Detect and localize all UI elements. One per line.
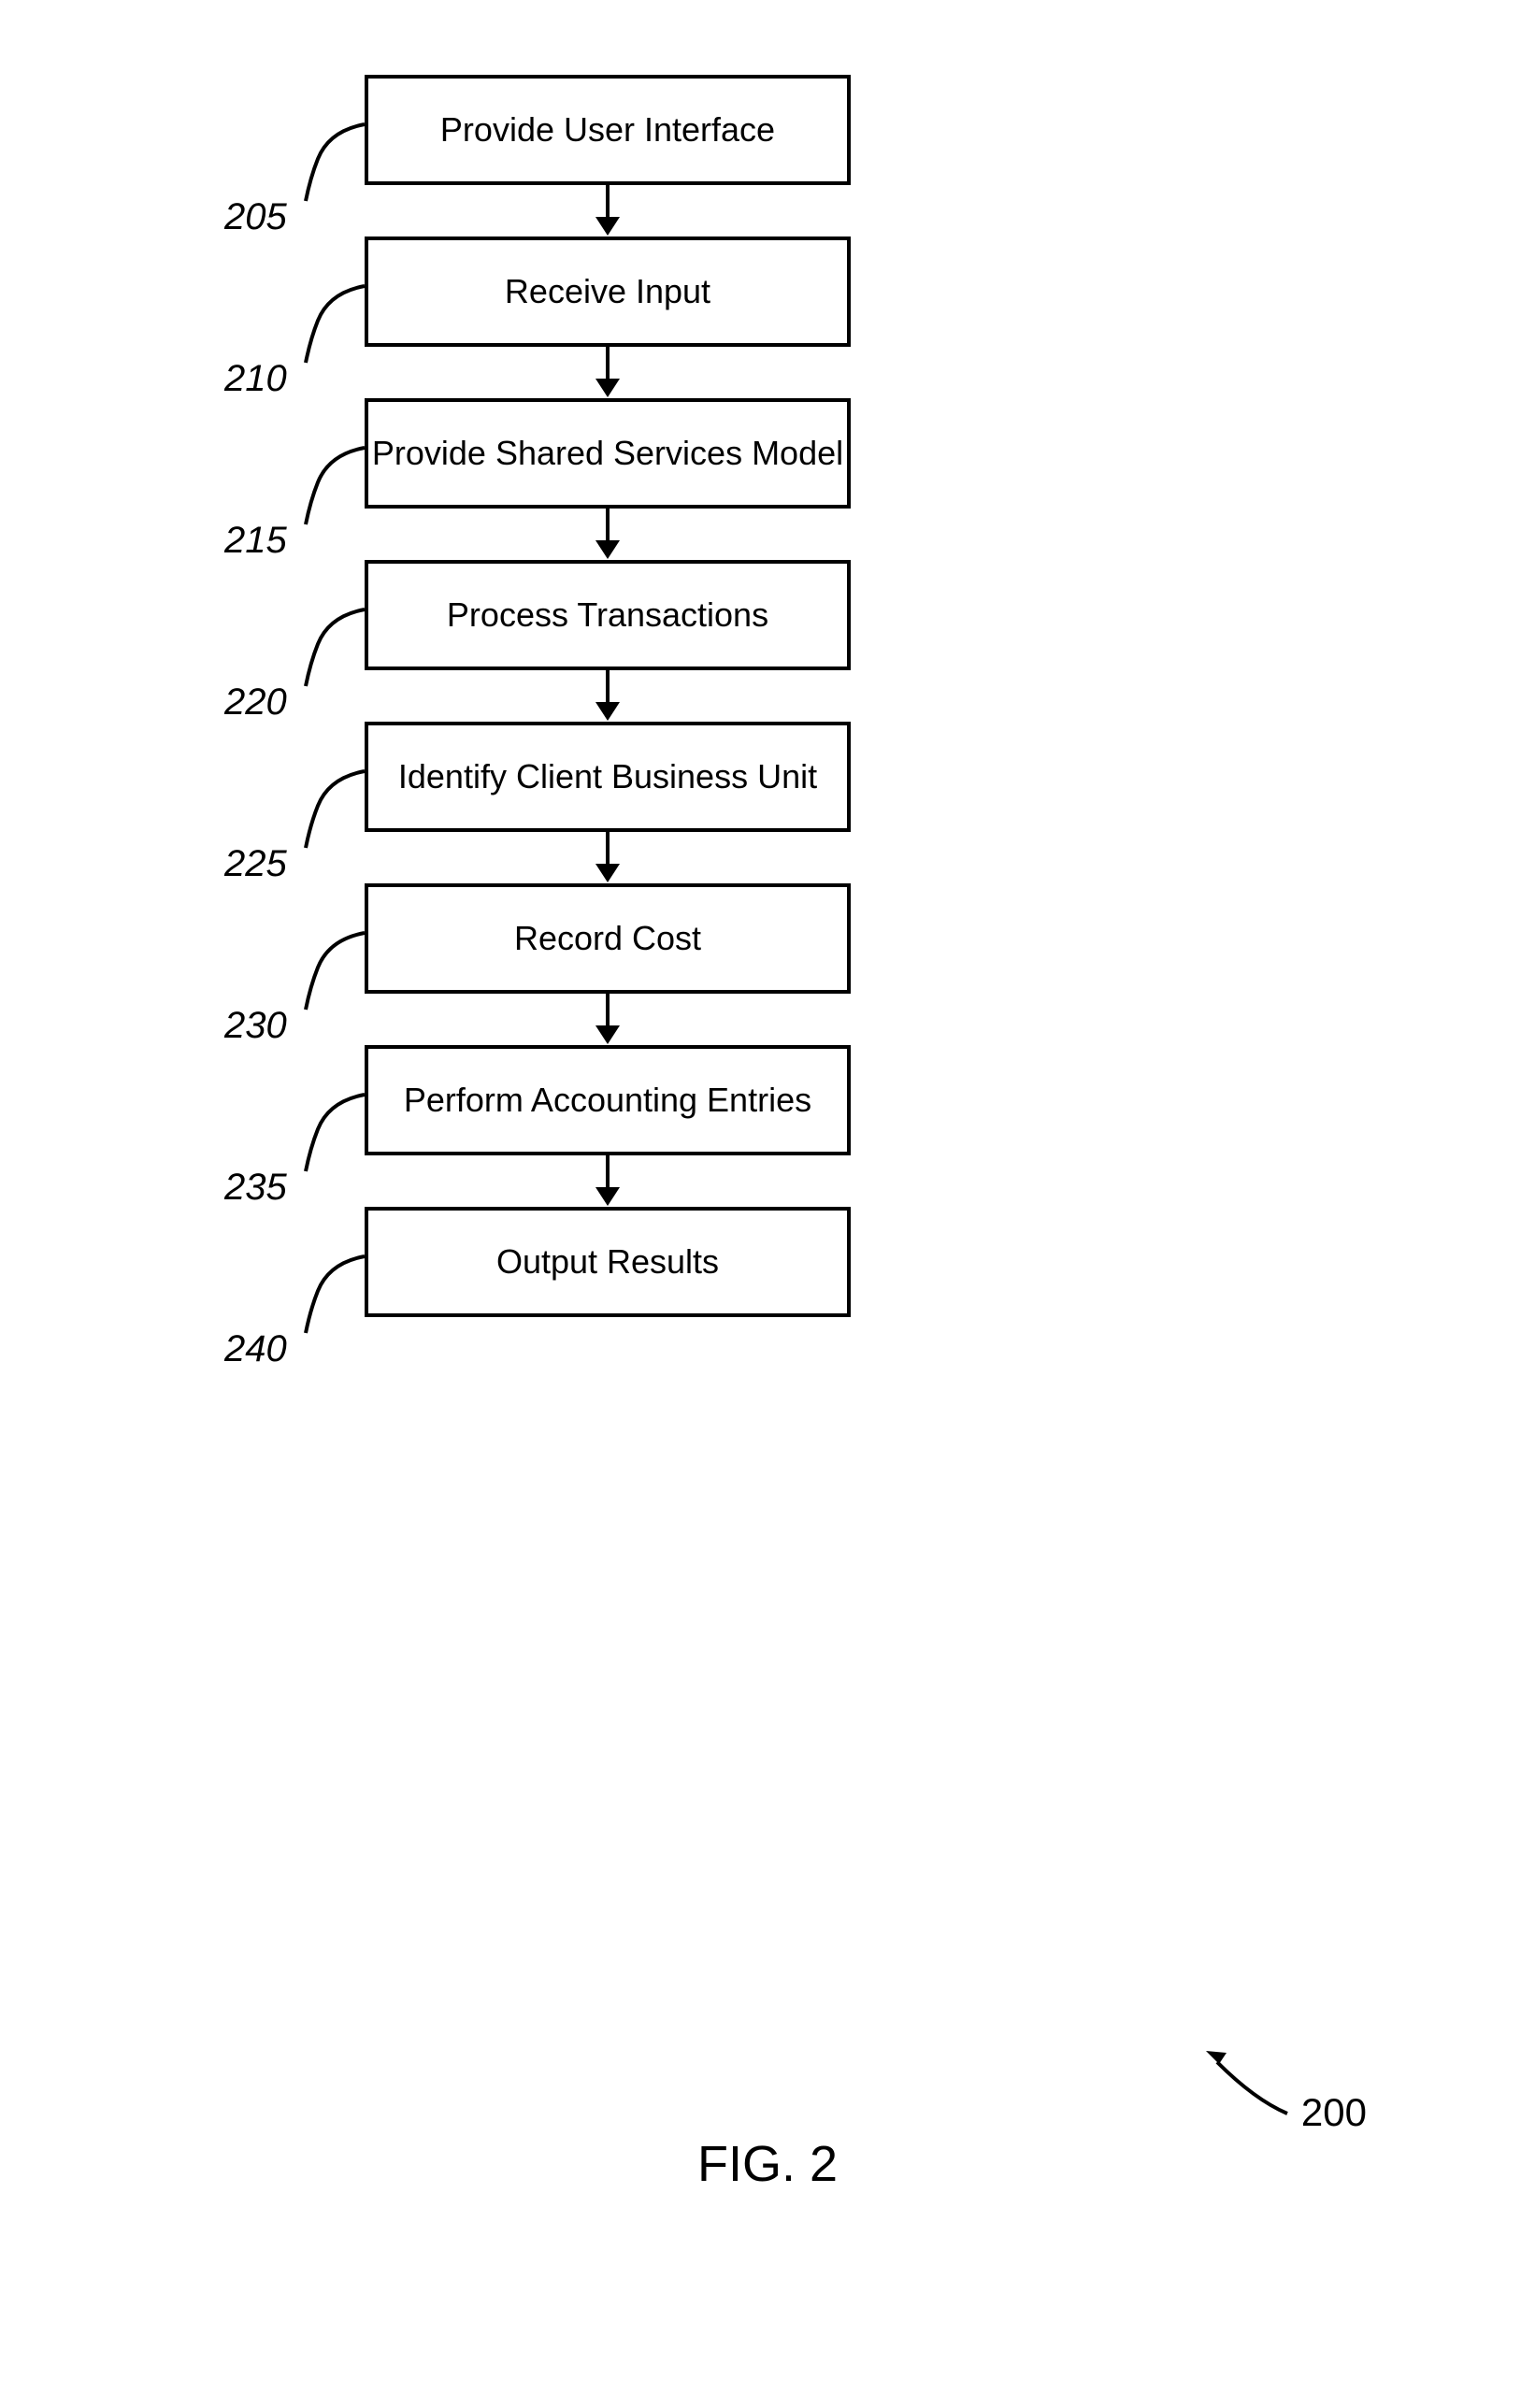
process-label: Record Cost bbox=[514, 919, 701, 958]
figure-reference-arrow-icon bbox=[1189, 2043, 1292, 2118]
reference-number: 240 bbox=[224, 1328, 287, 1370]
figure-label-container: FIG. 2 bbox=[0, 2135, 1535, 2193]
reference-number: 210 bbox=[224, 358, 287, 400]
process-box: Process Transactions bbox=[365, 560, 851, 670]
reference-curve-icon bbox=[301, 283, 366, 367]
down-arrow-icon bbox=[606, 185, 610, 222]
down-arrow-icon bbox=[606, 347, 610, 384]
reference-number: 225 bbox=[224, 843, 287, 885]
process-label: Identify Client Business Unit bbox=[398, 757, 817, 796]
reference-curve-icon bbox=[301, 122, 366, 206]
process-box: Perform Accounting Entries bbox=[365, 1045, 851, 1155]
reference-number: 230 bbox=[224, 1005, 287, 1047]
flowchart-step: 205 Provide User Interface bbox=[280, 75, 935, 236]
flowchart-container: 205 Provide User Interface 210 Receive I… bbox=[280, 75, 935, 1317]
arrow-connector bbox=[365, 1155, 851, 1207]
flowchart-step: 220 Process Transactions bbox=[280, 560, 935, 722]
figure-label: FIG. 2 bbox=[697, 2136, 838, 2192]
down-arrow-icon bbox=[606, 1155, 610, 1193]
process-box: Identify Client Business Unit bbox=[365, 722, 851, 832]
reference-number: 235 bbox=[224, 1167, 287, 1209]
reference-curve-icon bbox=[301, 930, 366, 1014]
down-arrow-icon bbox=[606, 994, 610, 1031]
down-arrow-icon bbox=[606, 832, 610, 869]
process-box: Output Results bbox=[365, 1207, 851, 1317]
reference-curve-icon bbox=[301, 1092, 366, 1176]
process-label: Receive Input bbox=[505, 272, 710, 311]
arrow-connector bbox=[365, 670, 851, 722]
reference-number: 220 bbox=[224, 681, 287, 724]
arrow-connector bbox=[365, 994, 851, 1045]
arrow-connector bbox=[365, 509, 851, 560]
process-label: Perform Accounting Entries bbox=[404, 1081, 811, 1120]
arrow-connector bbox=[365, 347, 851, 398]
process-label: Provide Shared Services Model bbox=[372, 434, 843, 473]
down-arrow-icon bbox=[606, 670, 610, 708]
process-label: Provide User Interface bbox=[440, 110, 775, 150]
process-label: Process Transactions bbox=[447, 595, 768, 635]
flowchart-step: 225 Identify Client Business Unit bbox=[280, 722, 935, 883]
reference-curve-icon bbox=[301, 445, 366, 529]
flowchart-step: 230 Record Cost bbox=[280, 883, 935, 1045]
arrow-connector bbox=[365, 185, 851, 236]
reference-curve-icon bbox=[301, 607, 366, 691]
reference-curve-icon bbox=[301, 1254, 366, 1338]
reference-number: 205 bbox=[224, 196, 287, 238]
process-box: Provide User Interface bbox=[365, 75, 851, 185]
process-label: Output Results bbox=[496, 1242, 719, 1282]
figure-reference-number: 200 bbox=[1301, 2090, 1367, 2135]
process-box: Provide Shared Services Model bbox=[365, 398, 851, 509]
reference-number: 215 bbox=[224, 520, 287, 562]
flowchart-step: 215 Provide Shared Services Model bbox=[280, 398, 935, 560]
process-box: Record Cost bbox=[365, 883, 851, 994]
flowchart-step: 235 Perform Accounting Entries bbox=[280, 1045, 935, 1207]
flowchart-step: 240 Output Results bbox=[280, 1207, 935, 1317]
flowchart-step: 210 Receive Input bbox=[280, 236, 935, 398]
down-arrow-icon bbox=[606, 509, 610, 546]
reference-curve-icon bbox=[301, 768, 366, 853]
process-box: Receive Input bbox=[365, 236, 851, 347]
arrow-connector bbox=[365, 832, 851, 883]
